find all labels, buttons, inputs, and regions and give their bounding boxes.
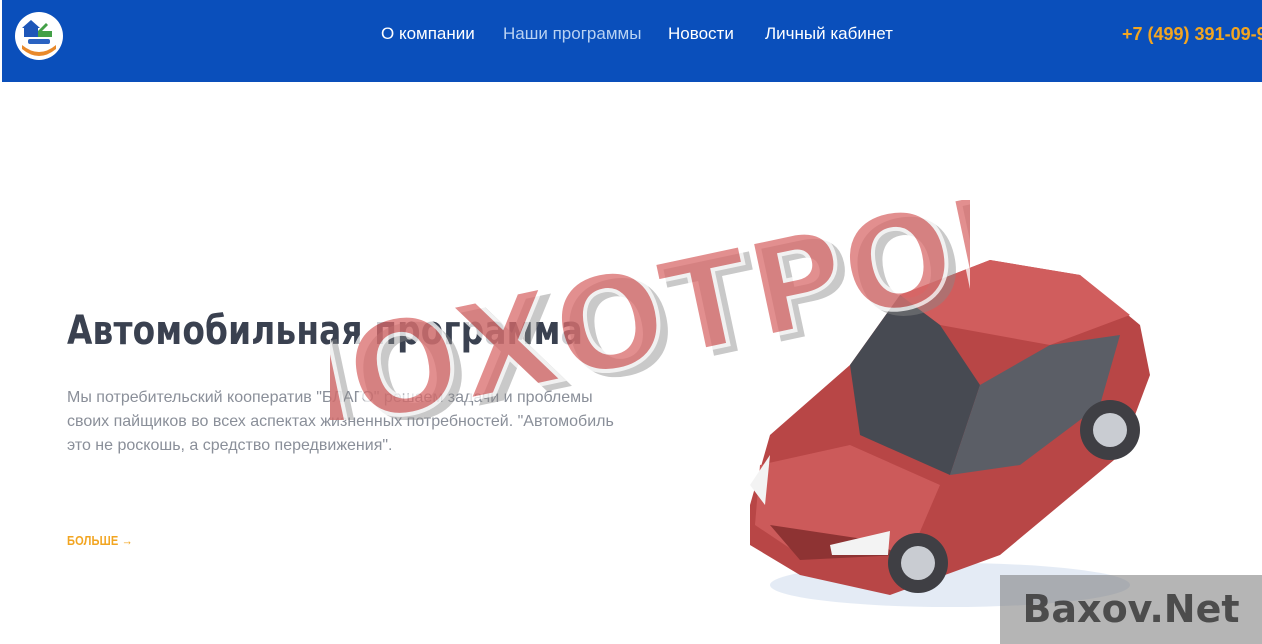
nav-item-account[interactable]: Личный кабинет [765,24,893,44]
hero-description: Мы потребительский кооператив "БЛАГО" ре… [67,389,614,454]
watermark-text: Baxov.Net [1022,587,1240,631]
more-link[interactable]: БОЛЬШЕ → [67,533,133,548]
site-watermark: Baxov.Net [1000,575,1262,644]
nav-item-news[interactable]: Новости [668,24,734,44]
red-car-illustration [750,260,1150,607]
site-header: О компании Наши программы Новости Личный… [2,0,1262,82]
company-logo[interactable] [14,9,64,63]
phone-number[interactable]: +7 (499) 391-09-9 [1122,24,1262,45]
nav-item-about[interactable]: О компании [381,24,475,44]
nav-item-programs[interactable]: Наши программы [503,24,641,44]
hero-title: Автомобильная программа [67,308,583,354]
